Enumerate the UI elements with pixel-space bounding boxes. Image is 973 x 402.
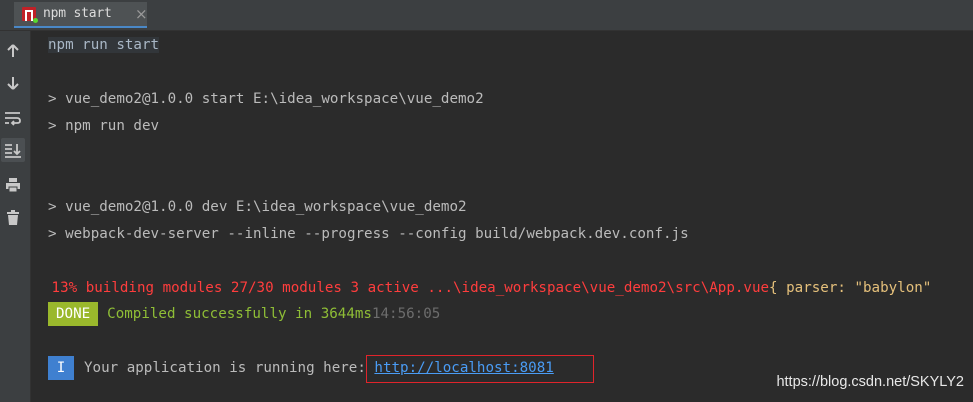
- arrow-down-icon[interactable]: [1, 71, 25, 95]
- compiled-message: Compiled successfully in 3644ms: [107, 306, 372, 322]
- console-line: > npm run dev: [48, 116, 159, 136]
- highlight-box: [366, 355, 594, 383]
- console-text: vue_demo2@1.0.0 start E:\idea_workspace\…: [65, 91, 484, 107]
- timestamp: 14:56:05: [371, 306, 441, 322]
- print-icon[interactable]: [1, 173, 25, 197]
- info-badge: I: [48, 356, 74, 380]
- prompt-symbol: >: [48, 91, 57, 107]
- progress-text: 13% building modules 27/30 modules 3 act…: [43, 280, 770, 296]
- done-badge: DONE: [48, 302, 99, 326]
- console-line: > webpack-dev-server --inline --progress…: [48, 224, 689, 244]
- console-toolbar: [0, 31, 31, 402]
- build-progress-line: 13% building modules 27/30 modules 3 act…: [43, 278, 932, 298]
- run-console-window: npm start × npm run start > vue_demo2@1.…: [0, 0, 973, 402]
- tab-npm-start[interactable]: npm start ×: [14, 2, 148, 28]
- soft-wrap-icon[interactable]: [1, 106, 25, 130]
- console-text: webpack-dev-server --inline --progress -…: [65, 226, 689, 242]
- prompt-symbol: >: [48, 199, 57, 215]
- trash-icon[interactable]: [1, 206, 25, 230]
- console-line: > vue_demo2@1.0.0 start E:\idea_workspac…: [48, 89, 484, 109]
- console-text: vue_demo2@1.0.0 dev E:\idea_workspace\vu…: [65, 199, 467, 215]
- npm-run-start-command: npm run start: [48, 37, 160, 53]
- watermark: https://blog.csdn.net/SKYLY2: [776, 374, 964, 390]
- prompt-symbol: >: [48, 226, 57, 242]
- tab-bar: npm start ×: [0, 0, 973, 31]
- arrow-up-icon[interactable]: [1, 39, 25, 63]
- compiled-line: DONE Compiled successfully in 3644ms14:56…: [48, 302, 440, 326]
- console-line: > vue_demo2@1.0.0 dev E:\idea_workspace\…: [48, 197, 467, 217]
- console-output[interactable]: npm run start > vue_demo2@1.0.0 start E:…: [31, 31, 973, 402]
- tab-label: npm start: [43, 6, 112, 21]
- console-command-line: npm run start: [48, 35, 160, 55]
- scroll-to-end-icon[interactable]: [1, 138, 25, 162]
- running-dot-icon: [33, 18, 38, 23]
- close-icon[interactable]: ×: [135, 5, 148, 23]
- parser-text: { parser: "babylon": [769, 280, 932, 296]
- running-message: Your application is running here:: [84, 360, 375, 376]
- prompt-symbol: >: [48, 118, 57, 134]
- console-text: npm run dev: [65, 118, 160, 134]
